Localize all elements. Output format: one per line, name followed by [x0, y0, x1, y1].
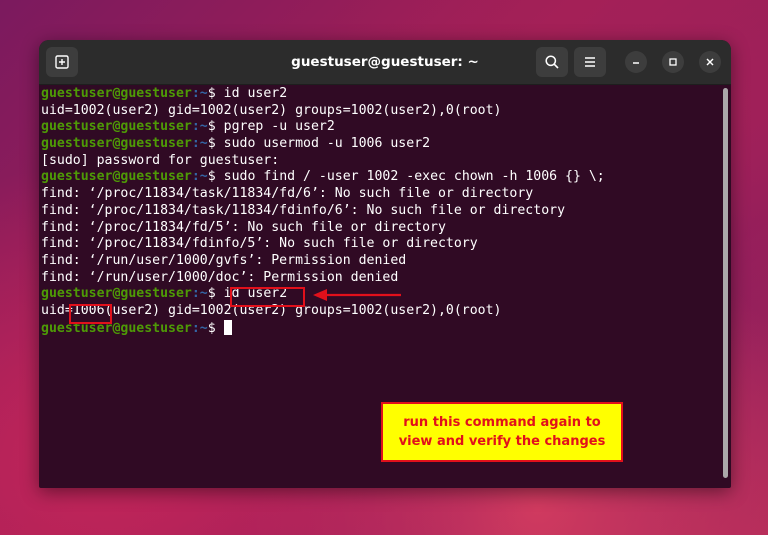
prompt-user: guestuser@guestuser	[41, 119, 192, 135]
prompt-line: guestuser@guestuser:~$	[41, 319, 731, 337]
prompt-user: guestuser@guestuser	[41, 136, 192, 152]
output-line: [sudo] password for guestuser:	[41, 152, 280, 168]
search-icon	[545, 55, 559, 69]
command-text: sudo find / -user 1002 -exec chown -h 10…	[223, 169, 605, 185]
text-cursor	[223, 319, 232, 335]
pointer-arrow-icon	[313, 289, 401, 301]
close-icon	[706, 58, 714, 66]
output-line: find: ‘/proc/11834/fdinfo/5’: No such fi…	[41, 236, 478, 252]
output-line: find: ‘/proc/11834/task/11834/fd/6’: No …	[41, 186, 534, 202]
search-button[interactable]	[536, 47, 568, 77]
output-line: uid=1006(user2) gid=1002(user2) groups=1…	[41, 302, 502, 318]
prompt-symbol: $	[207, 286, 224, 302]
prompt-line: guestuser@guestuser:~$ id user2	[41, 86, 731, 103]
close-button[interactable]	[699, 51, 721, 73]
prompt-line: guestuser@guestuser:~$ sudo usermod -u 1…	[41, 136, 731, 153]
output-line: find: ‘/run/user/1000/gvfs’: Permission …	[41, 252, 407, 268]
prompt-user: guestuser@guestuser	[41, 86, 192, 101]
command-text: id user2	[223, 86, 288, 101]
prompt-user: guestuser@guestuser	[41, 286, 192, 302]
prompt-path: :~	[191, 169, 208, 185]
output-line: find: ‘/proc/11834/task/11834/fdinfo/6’:…	[41, 202, 566, 218]
highlight-new-uid-box	[69, 304, 112, 324]
prompt-path: :~	[191, 119, 208, 135]
prompt-user: guestuser@guestuser	[41, 320, 192, 336]
annotation-callout: run this command again to view and verif…	[381, 402, 623, 462]
terminal-window: guestuser@guestuser: ~ guestuser@guestus…	[39, 40, 731, 488]
minimize-button[interactable]	[625, 51, 647, 73]
minimize-icon	[633, 62, 639, 64]
prompt-symbol: $	[207, 320, 224, 336]
scrollbar[interactable]	[723, 88, 728, 478]
prompt-path: :~	[191, 320, 208, 336]
prompt-user: guestuser@guestuser	[41, 169, 192, 185]
menu-button[interactable]	[574, 47, 606, 77]
prompt-symbol: $	[207, 86, 224, 101]
output-line: find: ‘/run/user/1000/doc’: Permission d…	[41, 269, 399, 285]
output-line: uid=1002(user2) gid=1002(user2) groups=1…	[41, 102, 502, 118]
prompt-path: :~	[191, 286, 208, 302]
title-bar: guestuser@guestuser: ~	[39, 40, 731, 85]
prompt-line: guestuser@guestuser:~$ pgrep -u user2	[41, 119, 731, 136]
hamburger-menu-icon	[585, 57, 595, 67]
maximize-icon	[669, 58, 677, 66]
highlight-id-command-box	[230, 287, 305, 307]
maximize-button[interactable]	[662, 51, 684, 73]
prompt-line: guestuser@guestuser:~$ sudo find / -user…	[41, 169, 731, 186]
command-text: sudo usermod -u 1006 user2	[223, 136, 431, 152]
callout-line-2: view and verify the changes	[398, 434, 606, 449]
output-line: find: ‘/proc/11834/fd/5’: No such file o…	[41, 219, 446, 235]
prompt-symbol: $	[207, 119, 224, 135]
prompt-symbol: $	[207, 136, 224, 152]
prompt-path: :~	[191, 136, 208, 152]
prompt-symbol: $	[207, 169, 224, 185]
prompt-path: :~	[191, 86, 208, 101]
command-text: pgrep -u user2	[223, 119, 335, 135]
callout-line-1: run this command again to	[403, 415, 601, 430]
